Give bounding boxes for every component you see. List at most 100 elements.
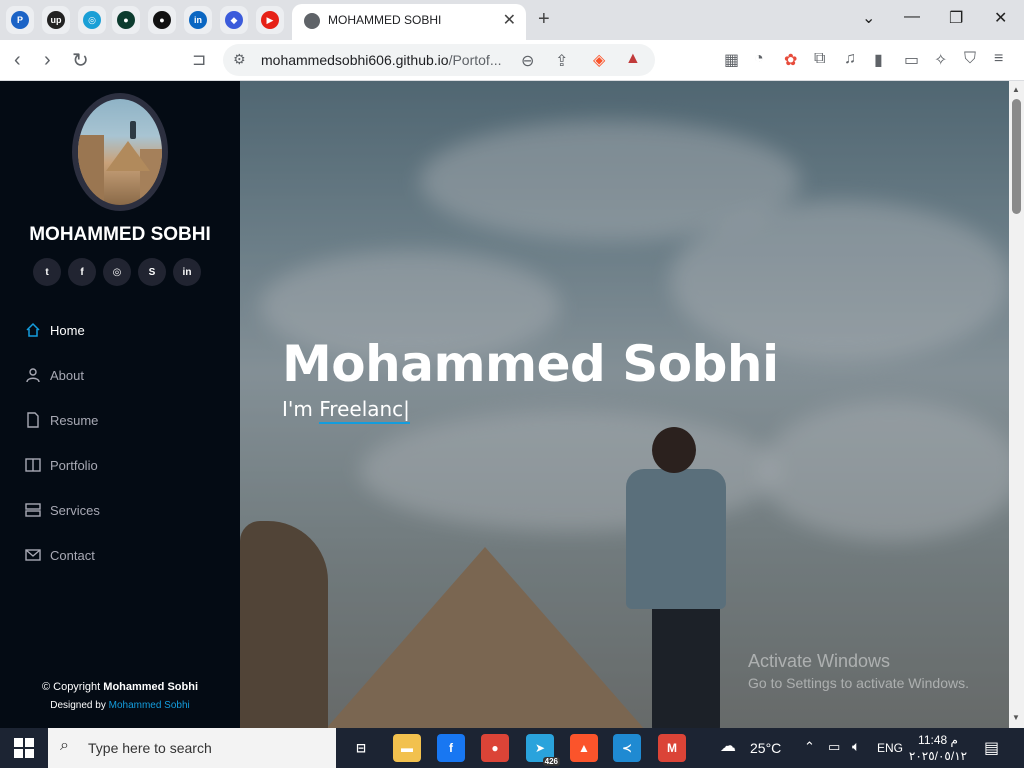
sidebar: MOHAMMED SOBHI t f ◎ Sin Home About Resume Por… <box>0 81 240 728</box>
twitter-icon[interactable]: t <box>33 258 61 286</box>
minimize-button[interactable]: — <box>904 8 920 26</box>
instagram-icon[interactable]: ◎ <box>103 258 131 286</box>
nav-item-about[interactable]: About <box>24 363 214 387</box>
close-window-button[interactable]: ✕ <box>994 8 1007 28</box>
nav-item-resume[interactable]: Resume <box>24 408 214 432</box>
windows-start-button[interactable] <box>14 738 34 758</box>
scroll-up-icon[interactable]: ▲ <box>1012 85 1020 94</box>
maximize-button[interactable]: ❐ <box>949 8 963 28</box>
telegram-icon[interactable]: ➤ 426 <box>526 734 560 766</box>
language-indicator[interactable]: ENG <box>877 741 903 781</box>
volume-icon[interactable]: 🔈︎ <box>852 738 860 778</box>
nav-label: Resume <box>50 412 99 428</box>
nav-item-services[interactable]: Services <box>24 498 214 522</box>
user-icon <box>24 366 42 384</box>
server-icon <box>24 501 42 519</box>
file-icon <box>24 411 42 429</box>
extension-icon[interactable]: ◔ <box>754 50 764 68</box>
close-tab-icon[interactable]: ✕ <box>503 10 516 30</box>
pinned-tab[interactable]: P <box>6 6 34 34</box>
book-icon <box>24 456 42 474</box>
vscode-icon[interactable]: ≺ <box>613 734 641 762</box>
social-links: t f ◎ Sin <box>33 258 201 286</box>
task-view-icon[interactable]: ⊟ <box>347 734 375 762</box>
nav-item-portfolio[interactable]: Portfolio <box>24 453 214 477</box>
puzzle-icon[interactable]: ⧉ <box>814 50 825 68</box>
time: 11:48 م <box>918 733 958 747</box>
back-button[interactable]: ‹ <box>14 49 21 72</box>
forward-button[interactable]: › <box>44 49 51 72</box>
pinned-tab[interactable]: in <box>184 6 212 34</box>
diamond-app-icon: ◆ <box>225 11 243 29</box>
zoom-icon[interactable]: ⊖ <box>521 51 534 71</box>
sidebar-icon[interactable]: ▮ <box>874 50 883 70</box>
taskbar: ⌕ Type here to search ⊟ ▬ f ● ➤ 426 ▲ ≺ M ☁ 25°C… <box>0 728 1024 768</box>
brave-rewards-icon[interactable]: ▲ <box>625 50 641 68</box>
copyright: © Copyright Mohammed Sobhi <box>41 681 199 693</box>
brave-icon[interactable]: ▲ <box>570 734 598 762</box>
network-icon[interactable]: ▭ <box>828 739 840 779</box>
active-tab[interactable]: MOHAMMED SOBHI ✕ <box>292 4 526 40</box>
color-extension-icon[interactable]: ✿ <box>784 50 797 70</box>
pinned-tab[interactable]: ● <box>112 6 140 34</box>
hero-subtitle: I'm Freelanc| <box>282 397 410 424</box>
envelope-icon <box>24 546 42 564</box>
paypal-icon: P <box>11 11 29 29</box>
wallet-icon[interactable]: ▭ <box>904 50 919 70</box>
linkedin-icon[interactable]: in <box>173 258 201 286</box>
upwork-icon: up <box>47 11 65 29</box>
reload-button[interactable]: ↻ <box>72 48 89 73</box>
scrollbar[interactable]: ▲ ▼ <box>1009 81 1024 728</box>
search-placeholder: Type here to search <box>88 740 212 756</box>
pinned-tab[interactable]: ◎ <box>78 6 106 34</box>
date: ٢٠٢٥/٠٥/١٢ <box>908 749 968 763</box>
tab-search-chevron-icon[interactable]: ⌄ <box>862 8 875 28</box>
vpn-icon[interactable]: ⛉ <box>964 50 976 68</box>
clock[interactable]: 11:48 م ٢٠٢٥/٠٥/١٢ <box>906 732 970 764</box>
linkedin-icon: in <box>189 11 207 29</box>
circle-app-icon: ◎ <box>83 11 101 29</box>
pinned-tab[interactable]: ◆ <box>220 6 248 34</box>
site-info-icon[interactable]: ⚙ <box>233 51 246 68</box>
chevron-up-icon[interactable]: ⌃ <box>804 739 815 779</box>
globe-icon <box>304 13 320 29</box>
nav-label: Portfolio <box>50 457 98 473</box>
pinned-tab[interactable]: up <box>42 6 70 34</box>
share-icon[interactable]: ⇪ <box>555 51 568 71</box>
menu-icon[interactable]: ≡ <box>994 50 1003 68</box>
media-icon[interactable]: ♫ <box>844 50 856 68</box>
profile-name[interactable]: MOHAMMED SOBHI <box>0 224 240 246</box>
brave-shield-icon[interactable]: ◈ <box>593 50 605 70</box>
file-explorer-icon[interactable]: ▬ <box>393 734 421 762</box>
bookmark-icon[interactable]: ⊐ <box>192 50 206 70</box>
dark-app-icon: ● <box>117 11 135 29</box>
pinned-tab[interactable]: ● <box>148 6 176 34</box>
new-tab-button[interactable]: + <box>538 8 550 31</box>
pinned-tab[interactable]: ▶ <box>256 6 284 34</box>
nav-label: Home <box>50 322 85 338</box>
chrome-profile-icon[interactable]: M <box>658 734 686 762</box>
leo-ai-icon[interactable]: ✧ <box>934 50 947 70</box>
extension-icon[interactable]: ▦ <box>724 50 739 70</box>
designer-link[interactable]: Mohammed Sobhi <box>109 700 190 711</box>
weather-icon[interactable]: ☁ <box>720 736 736 776</box>
footer: © Copyright Mohammed Sobhi Designed by M… <box>0 681 240 711</box>
home-icon <box>24 321 42 339</box>
skype-icon[interactable]: S <box>138 258 166 286</box>
scroll-thumb[interactable] <box>1012 99 1021 214</box>
facebook-icon[interactable]: f <box>68 258 96 286</box>
taskbar-search[interactable]: ⌕ Type here to search <box>48 728 336 768</box>
github-icon: ● <box>153 11 171 29</box>
weather-temp[interactable]: 25°C <box>750 740 781 780</box>
nav-item-home[interactable]: Home <box>24 318 214 342</box>
nav-item-contact[interactable]: Contact <box>24 543 214 567</box>
facebook-app-icon[interactable]: f <box>437 734 465 762</box>
nav-label: Services <box>50 502 100 518</box>
tab-title: MOHAMMED SOBHI <box>328 13 442 27</box>
credits: Designed by Mohammed Sobhi <box>50 700 190 711</box>
hero-title: Mohammed Sobhi <box>282 335 779 393</box>
scroll-down-icon[interactable]: ▼ <box>1012 713 1020 722</box>
notifications-icon[interactable]: ▤ <box>984 738 999 778</box>
address-bar[interactable]: ⚙ mohammedsobhi606.github.io/Portof... ⊖… <box>223 44 655 76</box>
chrome-icon[interactable]: ● <box>481 734 509 762</box>
